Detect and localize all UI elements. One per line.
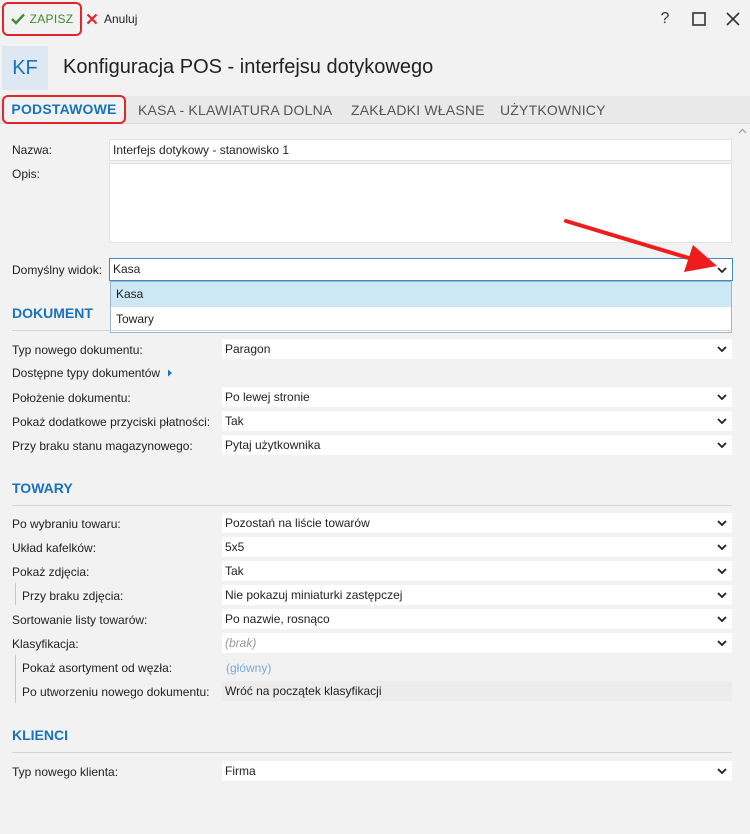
no-stock-label: Przy braku stanu magazynowego: bbox=[12, 439, 193, 453]
tab-uzytkownicy[interactable]: UŻYTKOWNICY bbox=[500, 96, 606, 124]
description-textarea[interactable] bbox=[109, 163, 732, 243]
description-label: Opis: bbox=[12, 167, 41, 181]
tile-layout-label: Układ kafelków: bbox=[12, 541, 97, 555]
chevron-down-icon bbox=[717, 592, 727, 598]
doc-type-label: Typ nowego dokumentu: bbox=[12, 343, 143, 357]
classification-value: (brak) bbox=[225, 636, 257, 650]
chevron-down-icon bbox=[717, 346, 727, 352]
default-view-label: Domyślny widok: bbox=[12, 263, 103, 277]
chevron-up-icon bbox=[738, 128, 746, 134]
doc-position-select[interactable]: Po lewej stronie bbox=[222, 387, 732, 407]
no-stock-select[interactable]: Pytaj użytkownika bbox=[222, 435, 732, 455]
section-dokument-title: DOKUMENT bbox=[12, 305, 93, 321]
client-type-label: Typ nowego klienta: bbox=[12, 765, 119, 779]
classification-label: Klasyfikacja: bbox=[12, 637, 79, 651]
after-product-select-select[interactable]: Pozostań na liście towarów bbox=[222, 513, 732, 533]
after-product-select-value: Pozostań na liście towarów bbox=[225, 516, 370, 530]
section-klienci-title: KLIENCI bbox=[12, 727, 68, 743]
no-photo-label: Przy braku zdjęcia: bbox=[22, 589, 124, 603]
maximize-button[interactable] bbox=[682, 0, 716, 38]
chevron-down-icon bbox=[717, 616, 727, 622]
tile-layout-select[interactable]: 5x5 bbox=[222, 537, 732, 557]
no-stock-value: Pytaj użytkownika bbox=[225, 438, 321, 452]
no-photo-value: Nie pokazuj miniaturki zastępczej bbox=[225, 588, 403, 602]
node-assortment-label: Pokaż asortyment od węzła: bbox=[22, 661, 173, 675]
tab-kasa-klawiatura-dolna[interactable]: KASA - KLAWIATURA DOLNA bbox=[138, 96, 332, 124]
available-doc-types-link[interactable]: Dostępne typy dokumentów bbox=[12, 366, 173, 380]
node-assortment-value[interactable]: (główny) bbox=[226, 661, 271, 675]
tab-zakladki-wlasne[interactable]: ZAKŁADKI WŁASNE bbox=[351, 96, 485, 124]
product-sort-select[interactable]: Po nazwie, rosnąco bbox=[222, 609, 732, 629]
default-view-dropdown: Kasa Towary bbox=[110, 281, 732, 333]
client-type-value: Firma bbox=[225, 764, 256, 778]
save-label: ZAPISZ bbox=[29, 12, 74, 26]
product-sort-label: Sortowanie listy towarów: bbox=[12, 613, 148, 627]
default-view-value: Kasa bbox=[113, 262, 141, 276]
chevron-down-icon bbox=[717, 442, 727, 448]
chevron-down-icon bbox=[717, 520, 727, 526]
cancel-label: Anuluj bbox=[104, 12, 138, 26]
after-new-doc-label: Po utworzeniu nowego dokumentu: bbox=[22, 685, 210, 699]
no-photo-select[interactable]: Nie pokazuj miniaturki zastępczej bbox=[222, 585, 732, 605]
doc-type-select[interactable]: Paragon bbox=[222, 339, 732, 359]
show-photos-select[interactable]: Tak bbox=[222, 561, 732, 581]
name-label: Nazwa: bbox=[12, 143, 53, 157]
doc-position-value: Po lewej stronie bbox=[225, 390, 310, 404]
classification-select[interactable]: (brak) bbox=[222, 633, 732, 653]
toolbar: ZAPISZ Anuluj ? bbox=[0, 0, 750, 38]
close-window-button[interactable] bbox=[716, 0, 750, 38]
indent-guide bbox=[15, 583, 16, 605]
section-divider bbox=[12, 505, 732, 506]
tab-bar: PODSTAWOWE KASA - KLAWIATURA DOLNA ZAKŁA… bbox=[0, 95, 750, 124]
chevron-down-icon bbox=[717, 568, 727, 574]
chevron-down-icon bbox=[717, 544, 727, 550]
caret-right-icon bbox=[168, 369, 173, 377]
check-icon bbox=[10, 13, 25, 25]
dropdown-option-kasa[interactable]: Kasa bbox=[111, 282, 731, 307]
available-doc-types-label: Dostępne typy dokumentów bbox=[12, 366, 161, 380]
doc-position-label: Położenie dokumentu: bbox=[12, 391, 131, 405]
help-button[interactable]: ? bbox=[648, 0, 682, 38]
show-photos-value: Tak bbox=[225, 564, 244, 578]
extra-payment-buttons-select[interactable]: Tak bbox=[222, 411, 732, 431]
tile-layout-value: 5x5 bbox=[225, 540, 245, 554]
client-type-select[interactable]: Firma bbox=[222, 761, 732, 781]
indent-guide bbox=[15, 655, 16, 703]
scroll-up-button[interactable] bbox=[737, 125, 747, 137]
chevron-down-icon bbox=[717, 394, 727, 400]
header: KF Konfiguracja POS - interfejsu dotykow… bbox=[0, 44, 750, 92]
doc-type-value: Paragon bbox=[225, 342, 271, 356]
product-sort-value: Po nazwie, rosnąco bbox=[225, 612, 330, 626]
name-input[interactable]: Interfejs dotykowy - stanowisko 1 bbox=[109, 139, 732, 161]
module-badge: KF bbox=[2, 46, 48, 90]
form-content: Nazwa: Interfejs dotykowy - stanowisko 1… bbox=[0, 125, 750, 834]
close-icon bbox=[726, 12, 740, 26]
default-view-select[interactable]: Kasa bbox=[109, 258, 733, 281]
after-new-doc-value: Wróć na początek klasyfikacji bbox=[222, 681, 732, 701]
dropdown-option-towary[interactable]: Towary bbox=[111, 307, 731, 332]
maximize-icon bbox=[692, 12, 706, 26]
save-button[interactable]: ZAPISZ bbox=[2, 2, 82, 36]
close-x-icon bbox=[86, 13, 98, 25]
section-divider bbox=[12, 330, 732, 331]
page-title: Konfiguracja POS - interfejsu dotykowego bbox=[63, 56, 434, 78]
cancel-button[interactable]: Anuluj bbox=[86, 8, 137, 30]
tab-podstawowe[interactable]: PODSTAWOWE bbox=[2, 95, 126, 124]
chevron-down-icon bbox=[717, 418, 727, 424]
section-towary-title: TOWARY bbox=[12, 480, 73, 496]
help-icon: ? bbox=[660, 10, 670, 27]
chevron-down-icon bbox=[717, 768, 727, 774]
after-product-select-label: Po wybraniu towaru: bbox=[12, 517, 121, 531]
chevron-down-icon bbox=[717, 266, 727, 273]
extra-payment-buttons-label: Pokaż dodatkowe przyciski płatności: bbox=[12, 415, 211, 429]
show-photos-label: Pokaż zdjęcia: bbox=[12, 565, 90, 579]
section-divider bbox=[12, 752, 732, 753]
extra-payment-buttons-value: Tak bbox=[225, 414, 244, 428]
chevron-down-icon bbox=[717, 640, 727, 646]
